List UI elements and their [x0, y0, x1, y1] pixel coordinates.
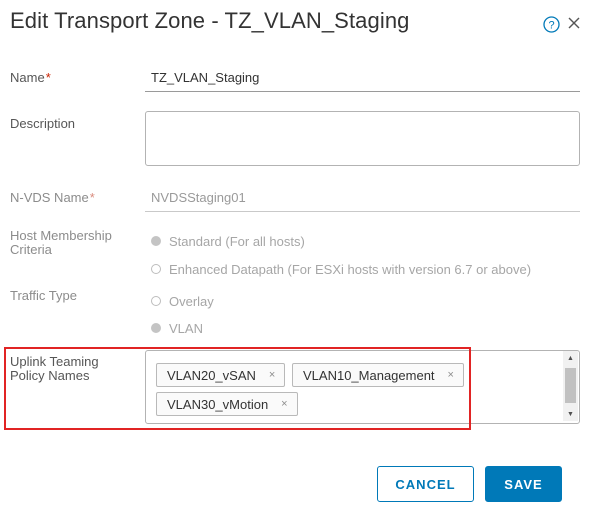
dialog-title: Edit Transport Zone - TZ_VLAN_Staging: [10, 8, 410, 33]
scroll-up-arrow-icon[interactable]: ▲: [563, 351, 578, 365]
highlight-annotation: [4, 347, 471, 430]
name-input-underline: [145, 91, 580, 92]
tags-scrollbar[interactable]: ▲ ▼: [563, 351, 578, 421]
scrollbar-thumb[interactable]: [565, 368, 576, 403]
radio-standard-circle[interactable]: [151, 236, 161, 246]
cancel-button[interactable]: CANCEL: [377, 466, 474, 502]
nvds-name-label-text: N-VDS Name: [10, 190, 89, 205]
radio-overlay[interactable]: Overlay: [151, 293, 214, 309]
description-label: Description: [10, 116, 76, 131]
radio-vlan-circle[interactable]: [151, 323, 161, 333]
help-icon[interactable]: ?: [543, 16, 560, 33]
nvds-name-input: NVDSStaging01: [151, 190, 246, 205]
close-icon[interactable]: [566, 15, 582, 31]
svg-text:?: ?: [548, 20, 554, 32]
required-mark: *: [45, 70, 51, 85]
radio-enhanced-datapath-circle[interactable]: [151, 264, 161, 274]
nvds-name-label: N-VDS Name*: [10, 191, 95, 205]
radio-vlan-label: VLAN: [169, 320, 203, 336]
radio-standard[interactable]: Standard (For all hosts): [151, 233, 305, 249]
host-membership-label: Host Membership Criteria: [10, 229, 112, 257]
required-mark: *: [89, 190, 95, 205]
traffic-type-label: Traffic Type: [10, 288, 77, 303]
radio-overlay-circle[interactable]: [151, 296, 161, 306]
name-input[interactable]: TZ_VLAN_Staging: [151, 70, 259, 85]
host-membership-label-line2: Criteria: [10, 242, 52, 257]
description-textarea[interactable]: [145, 111, 580, 166]
name-label-text: Name: [10, 70, 45, 85]
nvds-name-underline: [145, 211, 580, 212]
host-membership-label-line1: Host Membership: [10, 228, 112, 243]
radio-enhanced-datapath[interactable]: Enhanced Datapath (For ESXi hosts with v…: [151, 261, 531, 277]
radio-vlan[interactable]: VLAN: [151, 320, 203, 336]
radio-standard-label: Standard (For all hosts): [169, 233, 305, 249]
save-button[interactable]: SAVE: [485, 466, 562, 502]
name-label: Name*: [10, 71, 51, 85]
radio-overlay-label: Overlay: [169, 293, 214, 309]
radio-enhanced-datapath-label: Enhanced Datapath (For ESXi hosts with v…: [169, 261, 532, 277]
scroll-down-arrow-icon[interactable]: ▼: [563, 407, 578, 421]
